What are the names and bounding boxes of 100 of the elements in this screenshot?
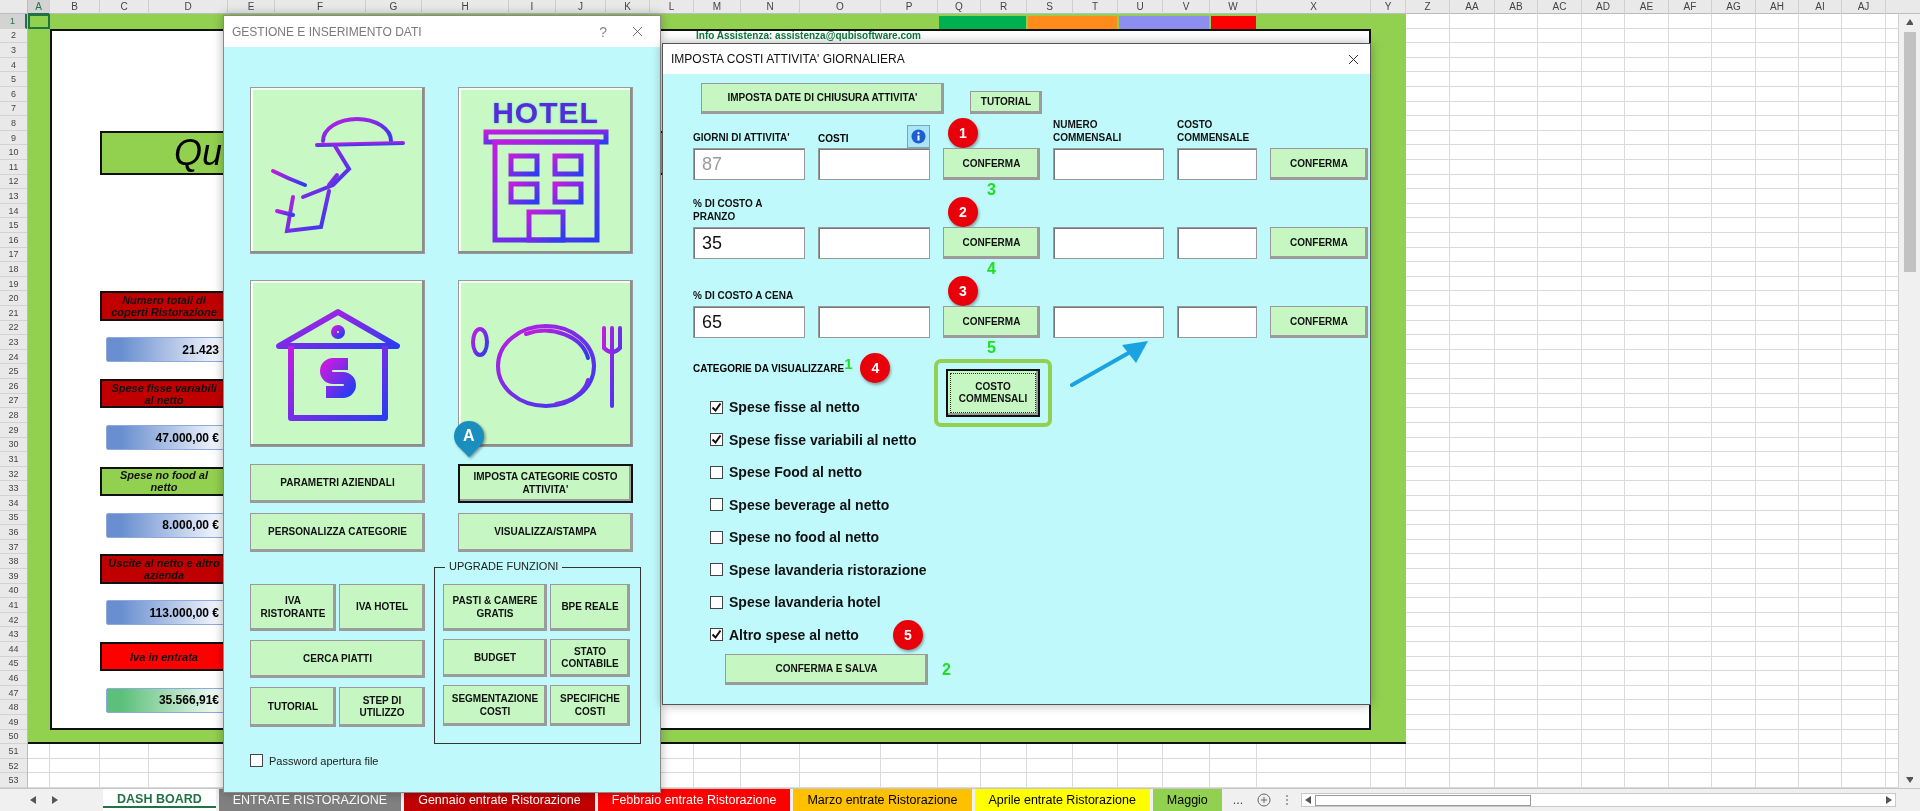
column-header[interactable]: AJ [1842,0,1886,15]
row-header[interactable]: 8 [0,116,27,131]
row-header[interactable]: 11 [0,160,27,175]
row-header[interactable]: 12 [0,174,27,190]
row-header[interactable]: 7 [0,101,27,117]
checkbox[interactable] [710,530,723,544]
menu-button[interactable]: PERSONALIZZA CATEGORIE [250,513,425,552]
input-field[interactable] [1177,227,1257,259]
row-header[interactable]: 1 [0,14,27,29]
row-header[interactable]: 41 [0,598,27,613]
diners-cost-button[interactable]: COSTO COMMENSALI [946,369,1040,417]
input-field[interactable]: 65 [693,306,805,338]
row-header[interactable]: 6 [0,87,27,102]
row-header[interactable]: 43 [0,627,27,642]
menu-button[interactable]: SEGMENTAZIONE COSTI [443,685,547,726]
row-header[interactable]: 3 [0,43,27,58]
input-field[interactable] [818,306,930,338]
checkbox[interactable] [710,400,723,414]
row-header[interactable]: 52 [0,758,27,774]
row-header[interactable]: 13 [0,189,27,204]
row-header[interactable]: 49 [0,714,27,730]
menu-button[interactable]: PARAMETRI AZIENDALI [250,464,425,503]
row-header[interactable]: 21 [0,306,27,321]
checkbox[interactable] [710,465,723,479]
row-header[interactable]: 53 [0,773,27,788]
confirm-button[interactable]: CONFERMA [943,306,1040,338]
column-header[interactable]: AB [1495,0,1538,15]
row-header[interactable]: 15 [0,218,27,234]
sheet-tab[interactable]: Maggio [1152,789,1222,811]
confirm-button[interactable]: CONFERMA [943,227,1040,259]
row-header[interactable]: 9 [0,130,27,146]
column-header[interactable]: AA [1450,0,1495,15]
row-header[interactable]: 17 [0,247,27,263]
row-header[interactable]: 50 [0,729,27,745]
row-header[interactable]: 24 [0,349,27,365]
image-button[interactable] [458,280,633,447]
image-button[interactable] [250,87,425,254]
column-header[interactable]: AG [1712,0,1756,15]
menu-button[interactable]: STATO CONTABILE [550,639,630,677]
row-header[interactable]: 48 [0,700,27,715]
add-sheet-icon[interactable] [1257,793,1272,807]
menu-button[interactable]: BUDGET [443,639,547,677]
confirm-button[interactable]: CONFERMA [1270,227,1368,259]
previous-sheet-icon[interactable] [30,796,37,804]
save-button[interactable]: CONFERMA E SALVA [725,654,928,685]
checkbox[interactable] [710,563,723,577]
menu-button[interactable]: SPECIFICHE COSTI [550,685,630,726]
tutorial-button[interactable]: TUTORIAL [970,91,1042,114]
next-sheet-icon[interactable] [51,796,58,804]
input-field[interactable] [1053,148,1164,180]
scroll-down-icon[interactable] [1906,776,1913,784]
confirm-button[interactable]: CONFERMA [1270,306,1368,338]
menu-button[interactable]: IVA HOTEL [339,584,425,631]
column-header[interactable]: AC [1538,0,1582,15]
row-header[interactable]: 30 [0,437,27,453]
menu-button[interactable]: BPE REALE [550,584,630,631]
row-header[interactable]: 27 [0,393,27,409]
horizontal-scrollbar[interactable] [1301,793,1896,807]
row-header[interactable]: 46 [0,671,27,686]
row-header[interactable]: 14 [0,203,27,219]
row-header[interactable]: 16 [0,233,27,248]
image-button[interactable] [250,280,425,447]
menu-button[interactable]: PASTI & CAMERE GRATIS [443,584,547,631]
row-header[interactable]: 36 [0,525,27,540]
sheet-tab[interactable]: Aprile entrate Ristorazione [974,789,1150,811]
row-header[interactable]: 32 [0,466,27,482]
row-header[interactable]: 45 [0,656,27,672]
sheet-tab[interactable]: DASH BOARD [103,789,216,811]
input-field[interactable] [1053,306,1164,338]
row-header[interactable]: 23 [0,335,27,350]
sheet-tab[interactable]: Marzo entrate Ristorazione [793,789,972,811]
row-header[interactable]: 29 [0,422,27,438]
column-header[interactable]: AH [1756,0,1799,15]
row-header[interactable]: 5 [0,72,27,87]
vertical-scrollbar[interactable] [1898,14,1920,788]
column-header[interactable]: AD [1582,0,1625,15]
menu-button[interactable]: VISUALIZZA/STAMPA [458,513,633,552]
row-header[interactable]: 37 [0,539,27,555]
menu-button[interactable]: IVA RISTORANTE [250,584,336,631]
column-header[interactable]: AE [1625,0,1669,15]
dates-button[interactable]: IMPOSTA DATE DI CHIUSURA ATTIVITA' [701,83,944,114]
input-field[interactable] [818,227,930,259]
scrollbar-thumb[interactable] [1903,32,1916,272]
input-field[interactable] [818,148,930,180]
checkbox[interactable] [710,433,723,447]
checkbox[interactable] [250,754,263,767]
row-header[interactable]: 40 [0,583,27,599]
row-header[interactable]: 39 [0,568,27,584]
input-field[interactable] [1053,227,1164,259]
input-field[interactable] [1177,306,1257,338]
column-header[interactable]: AF [1669,0,1712,15]
info-button[interactable] [907,125,930,148]
row-header[interactable]: 51 [0,744,27,759]
row-header[interactable]: 38 [0,554,27,569]
row-header[interactable]: 44 [0,641,27,657]
scroll-left-icon[interactable] [1305,796,1313,804]
row-header[interactable]: 2 [0,28,27,44]
column-header[interactable]: AI [1799,0,1842,15]
row-header[interactable]: 18 [0,262,27,277]
input-field[interactable] [1177,148,1257,180]
